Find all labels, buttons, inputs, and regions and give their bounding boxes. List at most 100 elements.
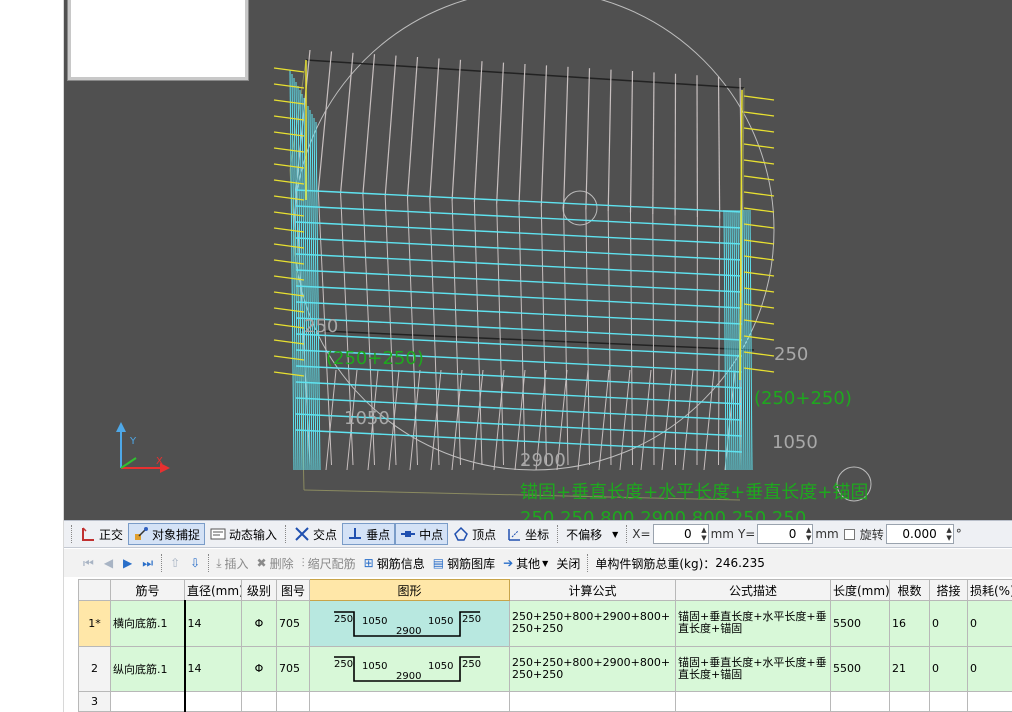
close-button[interactable]: 关闭 [552, 552, 584, 574]
length-cell[interactable]: 5500 [830, 645, 890, 693]
header-loss[interactable]: 损耗(%) [967, 579, 1012, 601]
description-cell[interactable]: 锚固+垂直长度+水平长度+垂直长度+锚固 [675, 600, 831, 647]
3d-viewport[interactable]: Y X 250 (250+250) 1050 250 (250+250) 105… [64, 0, 1012, 520]
row-number[interactable]: 1* [78, 600, 111, 647]
formula-cell[interactable]: 250+250+800+2900+800+250+250 [509, 645, 676, 693]
figure-cell[interactable]: 705 [276, 600, 310, 647]
shape-cell[interactable]: 250 1050 2900 1050 250 [309, 645, 510, 693]
loss-cell[interactable]: 0 [967, 645, 1012, 693]
offset-dropdown[interactable]: 不偏移 ▼ [561, 523, 623, 545]
table-row-empty[interactable]: 3 [78, 691, 1012, 712]
anchor-left [273, 131, 305, 137]
ortho-button[interactable]: 正交 [75, 523, 128, 545]
delete-button[interactable]: ✖ 删除 [253, 552, 298, 574]
vertical-rebars [295, 49, 743, 471]
empty-cell[interactable] [110, 691, 185, 712]
empty-cell[interactable] [929, 691, 968, 712]
scale-rebar-button[interactable]: ⫶ 缩尺配筋 [298, 552, 360, 574]
header-description[interactable]: 公式描述 [675, 579, 831, 601]
diameter-cell[interactable]: 14 [183, 600, 242, 647]
bar-name-cell[interactable]: 横向底筋.1 [110, 600, 185, 647]
vertical-rebar [629, 70, 634, 213]
empty-cell[interactable] [675, 691, 831, 712]
lap-cell[interactable]: 0 [929, 645, 968, 693]
anchor-right [743, 95, 775, 101]
side-rebar-right [723, 209, 727, 471]
diameter-cell[interactable]: 14 [183, 645, 242, 693]
intersection-button[interactable]: 交点 [289, 523, 342, 545]
next-record-icon[interactable]: ▶ [118, 556, 137, 570]
table-row[interactable]: 2 纵向底筋.1 14 Φ 705 250 1050 2900 1050 250… [78, 645, 1012, 693]
vertical-rebar [652, 72, 655, 215]
header-count[interactable]: 根数 [889, 579, 930, 601]
vertical-rebar [407, 197, 418, 466]
header-diameter[interactable]: 直径(mm) [184, 579, 242, 601]
length-cell[interactable]: 5500 [830, 600, 890, 647]
empty-cell[interactable] [276, 691, 310, 712]
prev-record-icon[interactable]: ◀ [99, 556, 118, 570]
bar-name-cell[interactable]: 纵向底筋.1 [110, 645, 185, 693]
rotate-spinner-icon[interactable]: ▲ ▼ [946, 526, 951, 542]
rebar-info-button[interactable]: ⊞ 钢筋信息 [360, 552, 429, 574]
offset-label: 不偏移 [566, 527, 603, 542]
row-number[interactable]: 2 [78, 645, 111, 693]
grade-cell[interactable]: Φ [241, 600, 277, 647]
header-figure-no[interactable]: 图号 [276, 579, 310, 601]
move-up-icon[interactable]: ⇧ [165, 556, 185, 570]
insert-button[interactable]: ⤓ 插入 [212, 552, 252, 574]
empty-cell[interactable] [183, 691, 242, 712]
empty-cell[interactable] [241, 691, 277, 712]
header-lap[interactable]: 搭接 [929, 579, 968, 601]
dynamic-input-button[interactable]: 动态输入 [205, 523, 282, 545]
formula-text: 锚固+垂直长度+水平长度+垂直长度+锚固 [520, 482, 868, 503]
y-spinner-icon[interactable]: ▲ ▼ [806, 526, 811, 542]
header-shape[interactable]: 图形 [309, 579, 510, 601]
move-down-icon[interactable]: ⇩ [185, 556, 205, 570]
count-cell[interactable]: 21 [889, 645, 930, 693]
x-input[interactable]: 0 ▲ ▼ [652, 524, 709, 544]
rebar-library-button[interactable]: ▤ 钢筋图库 [429, 552, 499, 574]
midpoint-icon [401, 531, 416, 537]
table-row[interactable]: 1* 横向底筋.1 14 Φ 705 250 1050 2900 1050 25… [78, 600, 1012, 647]
axis-x-label: X [156, 456, 163, 467]
dim-left-250: 250 [304, 316, 338, 337]
table-header-row: 筋号 直径(mm) 级别 图号 图形 计算公式 公式描述 长度(mm) 根数 搭… [78, 579, 1012, 601]
vertical-rebar [630, 212, 633, 466]
shape-dim-d: 1050 [428, 616, 453, 627]
figure-cell[interactable]: 705 [276, 645, 310, 693]
header-length[interactable]: 长度(mm) [830, 579, 890, 601]
rebar-shape-diagram: 250 1050 2900 1050 250 [334, 611, 481, 637]
empty-cell[interactable] [889, 691, 930, 712]
loss-cell[interactable]: 0 [967, 600, 1012, 647]
formula-cell[interactable]: 250+250+800+2900+800+250+250 [509, 600, 676, 647]
last-record-icon[interactable]: ⏭ [137, 556, 158, 571]
header-formula[interactable]: 计算公式 [509, 579, 676, 601]
rebar-library-icon: ▤ [432, 556, 445, 570]
object-snap-button[interactable]: 对象捕捉 [128, 523, 206, 545]
lap-cell[interactable]: 0 [929, 600, 968, 647]
midpoint-button[interactable]: 中点 [395, 523, 449, 545]
empty-cell[interactable] [509, 691, 676, 712]
header-grade[interactable]: 级别 [241, 579, 277, 601]
row-number[interactable]: 3 [78, 691, 111, 712]
empty-cell[interactable] [830, 691, 890, 712]
shape-cell[interactable]: 250 1050 2900 1050 250 [309, 600, 510, 647]
coordinate-button[interactable]: 坐标 [501, 523, 554, 545]
header-bar-no[interactable]: 筋号 [110, 579, 185, 601]
description-cell[interactable]: 锚固+垂直长度+水平长度+垂直长度+锚固 [675, 645, 831, 693]
perpendicular-button[interactable]: 垂点 [342, 523, 396, 545]
empty-cell[interactable] [967, 691, 1012, 712]
first-record-icon[interactable]: ⏮ [78, 556, 99, 571]
count-cell[interactable]: 16 [889, 600, 930, 647]
other-label: 其他 [516, 556, 541, 571]
y-input[interactable]: 0 ▲ ▼ [757, 524, 814, 544]
rotate-input[interactable]: 0.000 ▲ ▼ [885, 524, 954, 544]
other-menu-button[interactable]: ➔ 其他 ▼ [499, 552, 552, 574]
intersection-label: 交点 [313, 527, 338, 542]
vertex-button[interactable]: 顶点 [448, 523, 501, 545]
empty-cell[interactable] [309, 691, 510, 712]
grade-cell[interactable]: Φ [241, 645, 277, 693]
vertical-rebar [473, 201, 483, 466]
x-spinner-icon[interactable]: ▲ ▼ [701, 526, 706, 542]
rotate-checkbox[interactable] [843, 528, 855, 540]
